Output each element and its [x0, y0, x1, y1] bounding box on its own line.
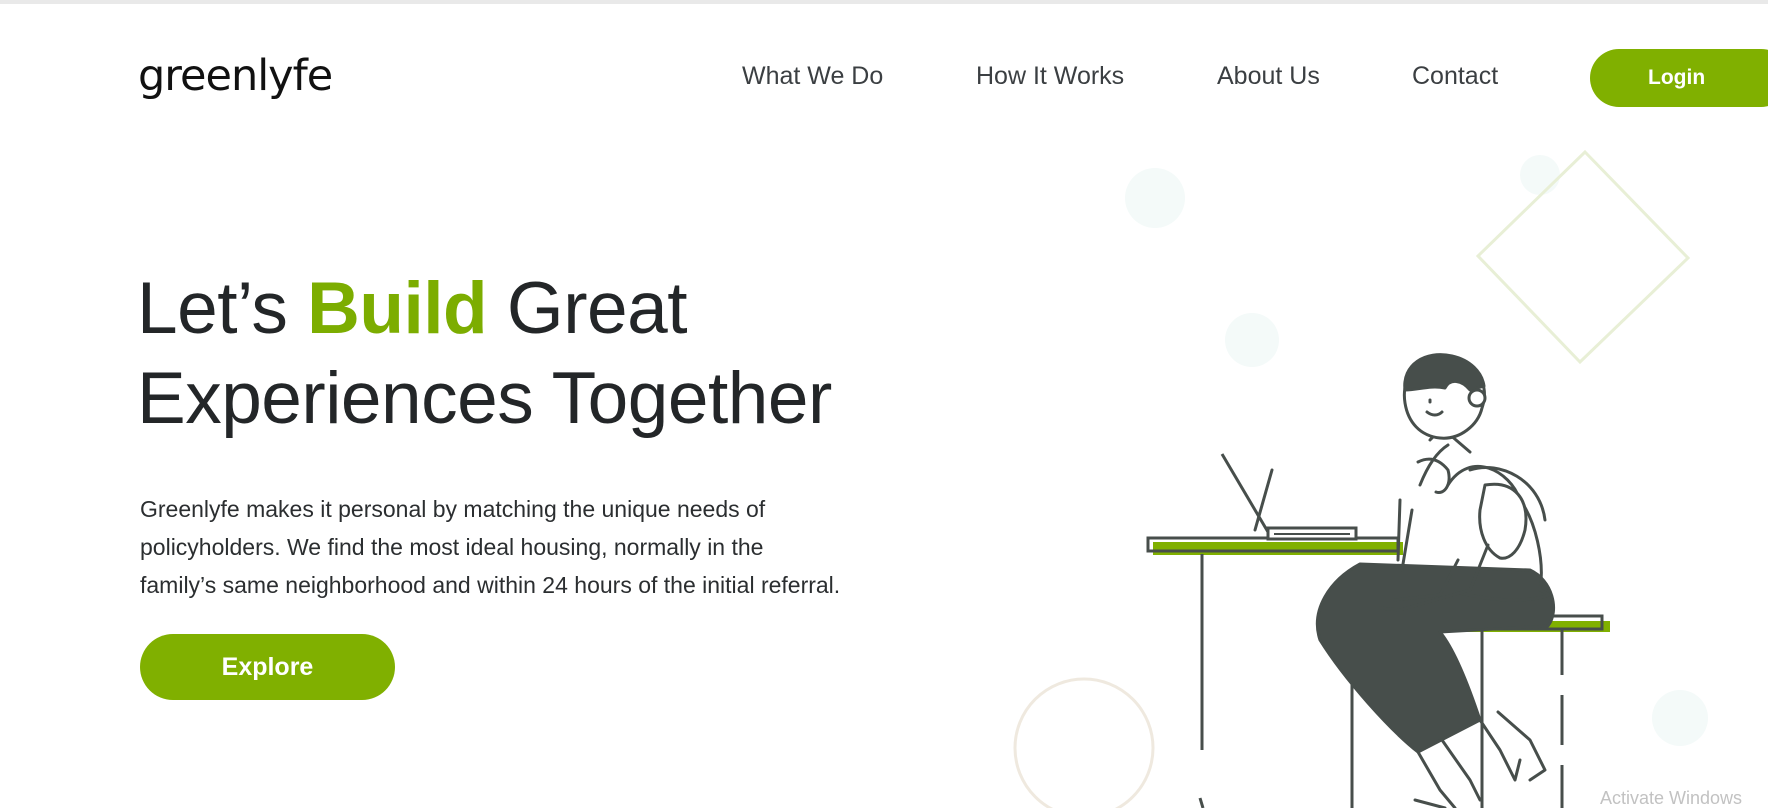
headline-line-2: Experiences Together — [137, 358, 832, 439]
main-nav: What We Do How It Works About Us Contact — [0, 58, 1768, 98]
laptop — [1220, 453, 1358, 541]
headline-text-end: Great — [487, 268, 688, 349]
description-line-3: family’s same neighborhood and within 24… — [140, 572, 841, 598]
explore-button[interactable]: Explore — [140, 634, 395, 700]
decor-circle — [1652, 690, 1708, 746]
decor-ring — [1013, 677, 1155, 808]
hero-headline: Let’s Build Great Experiences Together — [137, 264, 832, 444]
headline-accent-word: Build — [307, 268, 488, 349]
nav-link-how-it-works[interactable]: How It Works — [976, 58, 1124, 94]
person — [1253, 353, 1556, 808]
nav-link-contact[interactable]: Contact — [1412, 58, 1498, 94]
decor-circle — [1125, 168, 1185, 228]
login-button[interactable]: Login — [1590, 49, 1768, 107]
decor-diamond — [1475, 149, 1691, 365]
os-activation-watermark: Activate Windows — [1600, 788, 1743, 808]
hero-illustration — [1013, 149, 1708, 808]
description-line-2: policyholders. We find the most ideal ho… — [140, 534, 764, 560]
description-line-1: Greenlyfe makes it personal by matching … — [140, 496, 766, 522]
nav-link-about-us[interactable]: About Us — [1217, 58, 1320, 94]
nav-link-what-we-do[interactable]: What We Do — [742, 58, 883, 94]
decor-circle — [1520, 155, 1560, 195]
decor-circle — [1225, 313, 1279, 367]
headline-text-start: Let’s — [137, 268, 308, 349]
top-border — [0, 0, 1768, 4]
hero-description: Greenlyfe makes it personal by matching … — [140, 490, 940, 604]
